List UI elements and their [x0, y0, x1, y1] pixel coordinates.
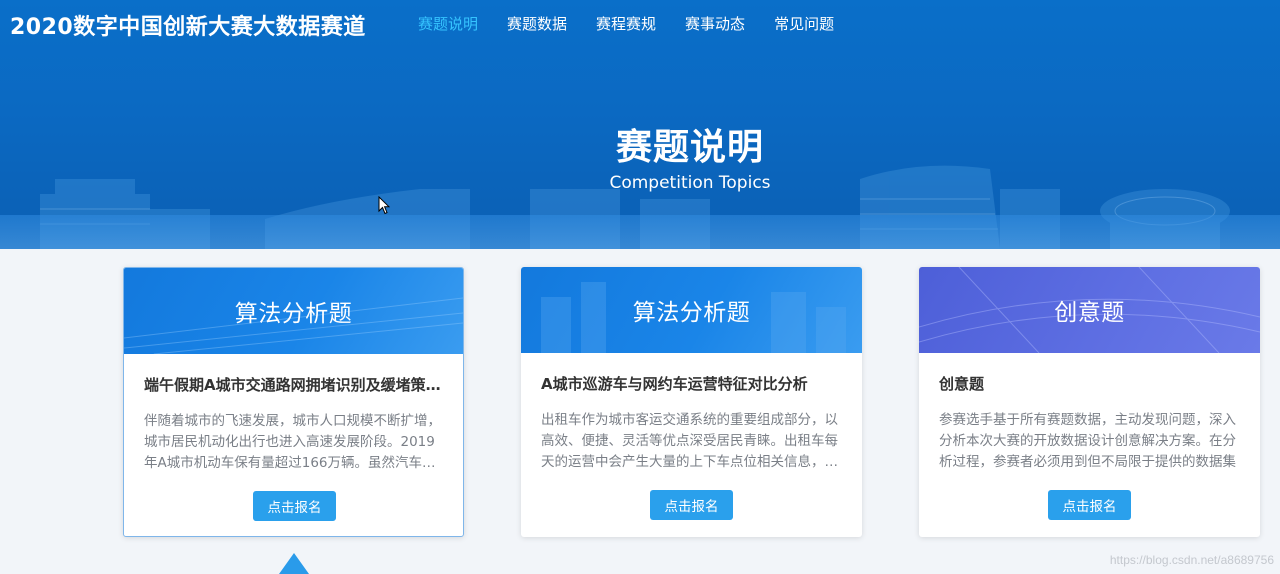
hero-ground-strip — [0, 215, 1280, 249]
selected-card-indicator-arrow — [279, 553, 309, 574]
card-title[interactable]: 创意题 — [939, 373, 1240, 394]
nav-item-data[interactable]: 赛题数据 — [507, 13, 567, 34]
watermark-text: https://blog.csdn.net/a8689756 — [1109, 553, 1274, 567]
nav-item-faq[interactable]: 常见问题 — [774, 13, 834, 34]
card-banner-label: 创意题 — [1054, 300, 1125, 326]
register-button[interactable]: 点击报名 — [1048, 490, 1131, 520]
site-title[interactable]: 2020数字中国创新大赛大数据赛道 — [10, 9, 366, 41]
register-button[interactable]: 点击报名 — [253, 491, 336, 521]
card-banner: 算法分析题 — [521, 267, 862, 353]
hero-title: 赛题说明 — [615, 127, 764, 168]
topic-card-taxi[interactable]: 算法分析题 A城市巡游车与网约车运营特征对比分析 出租车作为城市客运交通系统的重… — [521, 267, 862, 537]
topic-card-creative[interactable]: 创意题 创意题 参赛选手基于所有赛题数据，主动发现问题，深入分析本次大赛的开放数… — [919, 267, 1260, 537]
nav-item-topics[interactable]: 赛题说明 — [418, 13, 478, 34]
card-banner: 创意题 — [919, 267, 1260, 353]
card-description: 伴随着城市的飞速发展，城市人口规模不断扩增，城市居民机动化出行也进入高速发展阶段… — [144, 413, 441, 471]
card-description: 参赛选手基于所有赛题数据，主动发现问题，深入分析本次大赛的开放数据设计创意解决方… — [939, 412, 1236, 470]
nav-item-schedule[interactable]: 赛程赛规 — [596, 13, 656, 34]
card-description: 出租车作为城市客运交通系统的重要组成部分，以高效、便捷、灵活等优点深受居民青睐。… — [541, 412, 838, 470]
main-nav: 赛题说明 赛题数据 赛程赛规 赛事动态 常见问题 — [418, 13, 863, 34]
hero-banner: 2020数字中国创新大赛大数据赛道 赛题说明 赛题数据 赛程赛规 赛事动态 常见… — [0, 0, 1280, 249]
card-banner-label: 算法分析题 — [632, 300, 751, 326]
card-banner-label: 算法分析题 — [234, 301, 353, 327]
hero-subtitle: Competition Topics — [609, 173, 771, 193]
nav-item-news[interactable]: 赛事动态 — [685, 13, 745, 34]
register-button[interactable]: 点击报名 — [650, 490, 733, 520]
card-title[interactable]: A城市巡游车与网约车运营特征对比分析 — [541, 373, 842, 394]
topic-card-traffic[interactable]: 算法分析题 端午假期A城市交通路网拥堵识别及缓堵策略研究 伴随着城市的飞速发展，… — [123, 267, 464, 537]
card-title[interactable]: 端午假期A城市交通路网拥堵识别及缓堵策略研究 — [144, 374, 443, 395]
mouse-cursor-icon — [378, 196, 390, 215]
card-banner: 算法分析题 — [124, 268, 463, 354]
